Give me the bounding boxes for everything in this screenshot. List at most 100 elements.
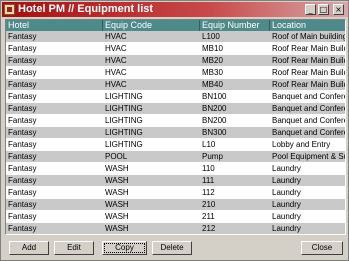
cell-location: Banquet and Conferen: [272, 104, 346, 113]
cell-hotel: Fantasy: [8, 212, 37, 221]
cell-hotel: Fantasy: [8, 32, 37, 41]
cell-hotel: Fantasy: [8, 188, 37, 197]
table-row[interactable]: Fantasy LIGHTING BN100 Banquet and Conferen: [6, 91, 346, 102]
maximize-button[interactable]: □: [318, 4, 329, 15]
table-row[interactable]: Fantasy HVAC MB30 Roof Rear Main Buildin: [6, 67, 345, 78]
cell-hotel: Fantasy: [8, 200, 37, 209]
table-row[interactable]: Fantasy WASH 211 Laundry: [6, 211, 345, 222]
add-button[interactable]: Add: [9, 241, 49, 255]
app-icon[interactable]: [4, 4, 15, 15]
equipment-grid[interactable]: Hotel Equip Code Equip Number Location F…: [5, 19, 346, 235]
cell-location: Banquet and Conferen: [272, 116, 346, 125]
table-row[interactable]: Fantasy WASH 110 Laundry: [6, 163, 345, 174]
cell-equip-code: LIGHTING: [105, 104, 143, 113]
cell-equip-number: BN200: [202, 104, 227, 113]
cell-equip-code: WASH: [105, 224, 129, 233]
cell-equip-code: HVAC: [105, 44, 127, 53]
cell-equip-code: POOL: [105, 152, 128, 161]
cell-location: Laundry: [272, 176, 301, 185]
grid-header: Hotel Equip Code Equip Number Location: [6, 20, 345, 31]
cell-equip-number: 211: [202, 212, 215, 221]
minimize-button[interactable]: _: [305, 4, 316, 15]
cell-equip-code: LIGHTING: [105, 92, 143, 101]
cell-equip-code: WASH: [105, 212, 129, 221]
cell-equip-code: HVAC: [105, 80, 127, 89]
cell-equip-code: WASH: [105, 164, 129, 173]
cell-equip-code: LIGHTING: [105, 128, 143, 137]
cell-equip-code: LIGHTING: [105, 116, 143, 125]
close-button[interactable]: Close: [301, 241, 343, 255]
table-row[interactable]: Fantasy WASH 112 Laundry: [6, 187, 345, 198]
cell-equip-code: WASH: [105, 176, 129, 185]
cell-equip-number: MB40: [202, 80, 223, 89]
table-row[interactable]: Fantasy WASH 212 Laundry: [6, 223, 345, 234]
table-row[interactable]: Fantasy LIGHTING L10 Lobby and Entry: [6, 139, 345, 150]
window-title: Hotel PM // Equipment list: [18, 3, 154, 15]
cell-hotel: Fantasy: [8, 116, 37, 125]
column-header-equip-number[interactable]: Equip Number: [200, 20, 270, 31]
cell-location: Laundry: [272, 200, 301, 209]
table-row[interactable]: Fantasy WASH 210 Laundry: [6, 199, 345, 210]
copy-button[interactable]: Copy: [102, 241, 147, 255]
cell-equip-number: L100: [202, 32, 220, 41]
cell-equip-number: 112: [202, 188, 215, 197]
cell-equip-number: 210: [202, 200, 216, 209]
cell-equip-code: WASH: [105, 188, 129, 197]
cell-location: Pool Equipment & Supp: [272, 152, 345, 161]
table-row[interactable]: Fantasy WASH 111 Laundry: [6, 175, 345, 186]
cell-equip-code: HVAC: [105, 68, 127, 77]
cell-hotel: Fantasy: [8, 56, 37, 65]
cell-location: Laundry: [272, 212, 301, 221]
cell-hotel: Fantasy: [8, 44, 37, 53]
cell-hotel: Fantasy: [8, 176, 37, 185]
column-header-equip-code[interactable]: Equip Code: [103, 20, 200, 31]
table-row[interactable]: Fantasy HVAC MB40 Roof Rear Main Buildin: [6, 79, 345, 90]
cell-equip-number: BN200: [202, 116, 227, 125]
equipment-list-window: Hotel PM // Equipment list _ □ × Hotel E…: [0, 0, 349, 261]
cell-location: Laundry: [272, 164, 301, 173]
cell-equip-code: LIGHTING: [105, 140, 143, 149]
cell-location: Laundry: [272, 188, 301, 197]
cell-hotel: Fantasy: [8, 104, 37, 113]
cell-hotel: Fantasy: [8, 128, 37, 137]
table-row[interactable]: Fantasy LIGHTING BN200 Banquet and Conferen: [6, 115, 346, 126]
cell-equip-number: BN100: [202, 92, 227, 101]
edit-button[interactable]: Edit: [54, 241, 94, 255]
delete-button[interactable]: Delete: [152, 241, 192, 255]
cell-location: Roof Rear Main Buildin: [272, 56, 345, 65]
cell-equip-number: 110: [202, 164, 215, 173]
cell-hotel: Fantasy: [8, 164, 37, 173]
cell-location: Roof Rear Main Buildin: [272, 68, 345, 77]
table-row[interactable]: Fantasy LIGHTING BN300 Banquet and Conferen: [6, 127, 345, 138]
cell-equip-number: MB20: [202, 56, 223, 65]
cell-equip-code: HVAC: [105, 56, 127, 65]
cell-hotel: Fantasy: [8, 68, 37, 77]
cell-hotel: Fantasy: [8, 92, 37, 101]
table-row[interactable]: Fantasy HVAC L100 Roof of Main building: [6, 31, 346, 42]
cell-location: Lobby and Entry: [272, 140, 331, 149]
cell-location: Roof Rear Main Buildin: [272, 80, 345, 89]
column-header-hotel[interactable]: Hotel: [6, 20, 103, 31]
table-row[interactable]: Fantasy LIGHTING BN200 Banquet and Conferen: [6, 103, 346, 114]
cell-equip-code: WASH: [105, 200, 129, 209]
cell-equip-number: Pump: [202, 152, 223, 161]
cell-equip-code: HVAC: [105, 32, 127, 41]
cell-equip-number: 212: [202, 224, 216, 233]
cell-hotel: Fantasy: [8, 224, 37, 233]
cell-equip-number: BN300: [202, 128, 227, 137]
table-row[interactable]: Fantasy HVAC MB20 Roof Rear Main Buildin: [6, 55, 345, 66]
cell-equip-number: MB10: [202, 44, 223, 53]
table-row[interactable]: Fantasy POOL Pump Pool Equipment & Supp: [6, 151, 345, 162]
column-header-location[interactable]: Location: [270, 20, 345, 31]
cell-location: Roof of Main building: [272, 32, 346, 41]
cell-location: Banquet and Conferen: [272, 92, 346, 101]
title-bar[interactable]: Hotel PM // Equipment list _ □ ×: [2, 2, 348, 17]
cell-equip-number: L10: [202, 140, 216, 149]
cell-equip-number: 111: [202, 176, 215, 185]
cell-location: Laundry: [272, 224, 301, 233]
cell-location: Roof Rear Main Buildin: [272, 44, 345, 53]
cell-equip-number: MB30: [202, 68, 223, 77]
table-row[interactable]: Fantasy HVAC MB10 Roof Rear Main Buildin: [6, 43, 345, 54]
close-window-button[interactable]: ×: [333, 4, 344, 15]
cell-hotel: Fantasy: [8, 80, 37, 89]
